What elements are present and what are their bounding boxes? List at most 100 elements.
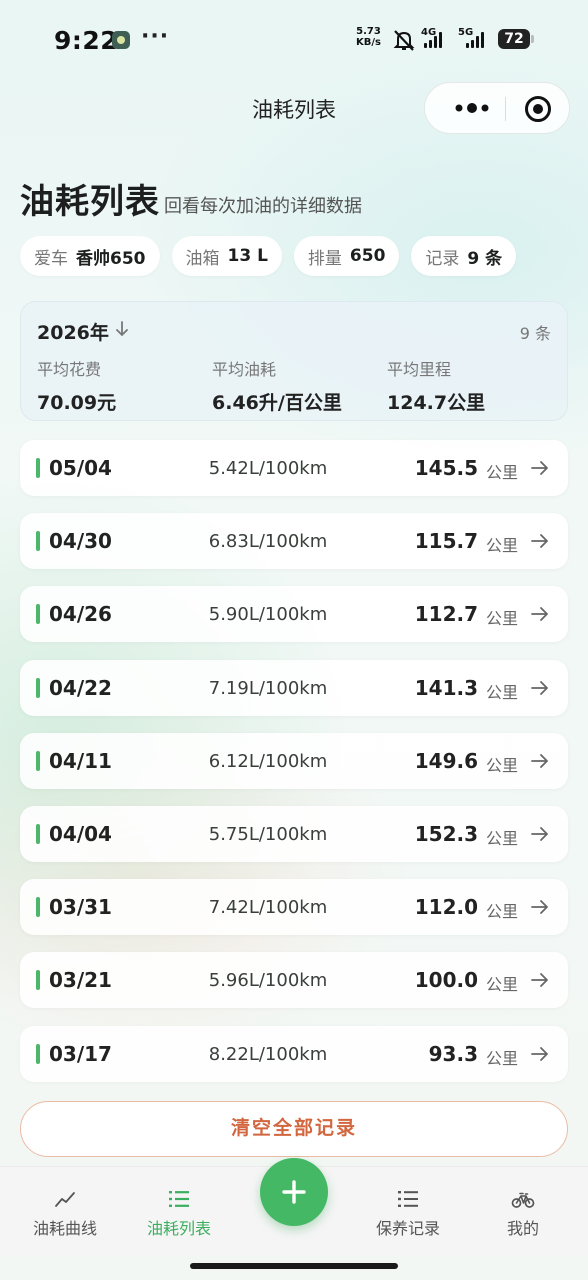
status-time: 9:22 bbox=[54, 26, 119, 55]
tab-label: 油耗列表 bbox=[146, 1219, 211, 1238]
record-distance: 149.6 bbox=[414, 748, 478, 773]
arrow-right-icon bbox=[531, 827, 548, 841]
info-chips: 爱车 香帅650 油箱 13 L 排量 650 记录 9 条 bbox=[20, 236, 517, 276]
sort-down-arrow-icon[interactable] bbox=[115, 320, 129, 338]
record-indicator bbox=[36, 531, 40, 552]
arrow-right-icon bbox=[531, 900, 548, 915]
record-distance: 112.7 bbox=[414, 602, 478, 627]
record-consumption: 6.12L/100km bbox=[208, 750, 328, 772]
chip-records: 记录 9 条 bbox=[411, 236, 517, 276]
chip-label: 油箱 bbox=[185, 248, 220, 269]
record-row[interactable]: 03/21 5.96L/100km 100.0 公里 bbox=[20, 952, 568, 1009]
record-consumption: 6.83L/100km bbox=[208, 531, 328, 553]
arrow-right-icon bbox=[531, 1046, 548, 1061]
stat-avg-consumption: 平均油耗 6.46升/百公里 bbox=[212, 356, 342, 415]
list-icon bbox=[169, 1191, 189, 1207]
app-notification-icon bbox=[112, 31, 130, 49]
chip-car: 爱车 香帅650 bbox=[20, 236, 160, 276]
record-row[interactable]: 05/04 5.42L/100km 145.5 公里 bbox=[20, 440, 568, 496]
network-speed-value: 5.73 bbox=[356, 26, 381, 37]
record-date: 04/11 bbox=[49, 748, 112, 773]
plus-icon bbox=[282, 1180, 306, 1204]
stat-avg-distance: 平均里程 124.7公里 bbox=[387, 356, 485, 415]
battery-icon: 72 bbox=[498, 29, 534, 49]
record-row[interactable]: 03/31 7.42L/100km 112.0 公里 bbox=[20, 879, 568, 936]
arrow-right-icon bbox=[531, 680, 548, 695]
clear-all-records-button[interactable]: 清空全部记录 bbox=[20, 1101, 568, 1157]
stat-avg-cost: 平均花费 70.09元 bbox=[37, 356, 116, 415]
tab-mine[interactable]: 我的 bbox=[468, 1167, 578, 1257]
capsule-divider bbox=[505, 97, 506, 121]
record-unit: 公里 bbox=[485, 975, 518, 995]
network-speed-unit: KB/s bbox=[356, 37, 381, 48]
arrow-right-icon bbox=[531, 461, 548, 475]
record-distance: 112.0 bbox=[414, 895, 478, 920]
record-row[interactable]: 03/17 8.22L/100km 93.3 公里 bbox=[20, 1025, 568, 1082]
stat-value: 6.46升/百公里 bbox=[212, 392, 342, 414]
record-unit: 公里 bbox=[485, 536, 518, 556]
summary-count: 9 条 bbox=[519, 324, 551, 343]
record-date: 04/04 bbox=[49, 821, 112, 846]
bicycle-icon bbox=[511, 1192, 535, 1208]
signal-4g-icon bbox=[424, 30, 442, 48]
record-consumption: 7.19L/100km bbox=[208, 677, 328, 699]
record-unit: 公里 bbox=[485, 902, 518, 922]
more-notifications-icon: ··· bbox=[141, 24, 170, 49]
close-target-icon[interactable] bbox=[524, 95, 552, 123]
status-bar: 9:22 ··· 5.73 KB/s 4G 5G 72 bbox=[0, 0, 588, 80]
chip-label: 排量 bbox=[307, 248, 342, 269]
record-row[interactable]: 04/22 7.19L/100km 141.3 公里 bbox=[20, 659, 568, 716]
tab-label: 保养记录 bbox=[375, 1219, 440, 1238]
record-indicator bbox=[36, 750, 40, 771]
arrow-right-icon bbox=[531, 973, 548, 988]
record-distance: 93.3 bbox=[428, 1041, 478, 1066]
arrow-right-icon bbox=[531, 607, 548, 622]
list-icon bbox=[398, 1191, 418, 1207]
add-record-button[interactable] bbox=[260, 1158, 328, 1226]
tab-maintenance[interactable]: 保养记录 bbox=[353, 1167, 463, 1257]
record-row[interactable]: 04/04 5.75L/100km 152.3 公里 bbox=[20, 805, 568, 862]
tab-fuel-curve[interactable]: 油耗曲线 bbox=[10, 1167, 120, 1257]
stat-label: 平均油耗 bbox=[212, 360, 277, 379]
line-chart-icon bbox=[55, 1192, 75, 1207]
arrow-right-icon bbox=[531, 534, 548, 549]
tab-label: 油耗曲线 bbox=[32, 1219, 97, 1238]
record-indicator bbox=[36, 823, 40, 844]
more-icon[interactable] bbox=[447, 93, 497, 123]
year-selector[interactable]: 2026年 bbox=[37, 318, 109, 345]
record-unit: 公里 bbox=[485, 828, 518, 848]
mini-program-capsule bbox=[424, 82, 570, 134]
record-date: 03/31 bbox=[49, 895, 112, 920]
record-date: 05/04 bbox=[49, 456, 112, 480]
record-row[interactable]: 04/26 5.90L/100km 112.7 公里 bbox=[20, 586, 568, 643]
chip-value: 650 bbox=[349, 246, 386, 266]
record-row[interactable]: 04/30 6.83L/100km 115.7 公里 bbox=[20, 513, 568, 570]
record-distance: 145.5 bbox=[414, 456, 478, 480]
stat-label: 平均花费 bbox=[37, 360, 102, 379]
record-indicator bbox=[36, 970, 40, 991]
record-indicator bbox=[36, 897, 40, 918]
record-row[interactable]: 04/11 6.12L/100km 149.6 公里 bbox=[20, 732, 568, 789]
chip-value: 9 条 bbox=[467, 248, 503, 269]
chip-value: 13 L bbox=[227, 246, 268, 266]
record-consumption: 5.42L/100km bbox=[208, 458, 328, 479]
record-distance: 115.7 bbox=[414, 529, 478, 554]
record-unit: 公里 bbox=[485, 463, 518, 482]
tab-fuel-list[interactable]: 油耗列表 bbox=[124, 1167, 234, 1257]
record-indicator bbox=[36, 604, 40, 625]
year-summary-card: 2026年 9 条 平均花费 70.09元 平均油耗 6.46升/百公里 平均里… bbox=[20, 301, 568, 421]
record-distance: 141.3 bbox=[414, 675, 478, 700]
home-indicator[interactable] bbox=[190, 1263, 398, 1269]
record-date: 03/17 bbox=[49, 1041, 112, 1066]
chip-label: 爱车 bbox=[34, 248, 68, 269]
record-date: 04/22 bbox=[49, 675, 112, 700]
stat-value: 70.09元 bbox=[37, 392, 117, 414]
page-subtitle: 回看每次加油的详细数据 bbox=[164, 196, 362, 217]
stat-label: 平均里程 bbox=[387, 360, 452, 379]
signal-5g-icon bbox=[466, 30, 484, 48]
record-unit: 公里 bbox=[485, 1048, 518, 1068]
record-date: 04/30 bbox=[49, 529, 112, 554]
chip-displacement: 排量 650 bbox=[293, 236, 400, 276]
record-indicator bbox=[36, 458, 40, 478]
record-consumption: 5.96L/100km bbox=[208, 970, 328, 992]
